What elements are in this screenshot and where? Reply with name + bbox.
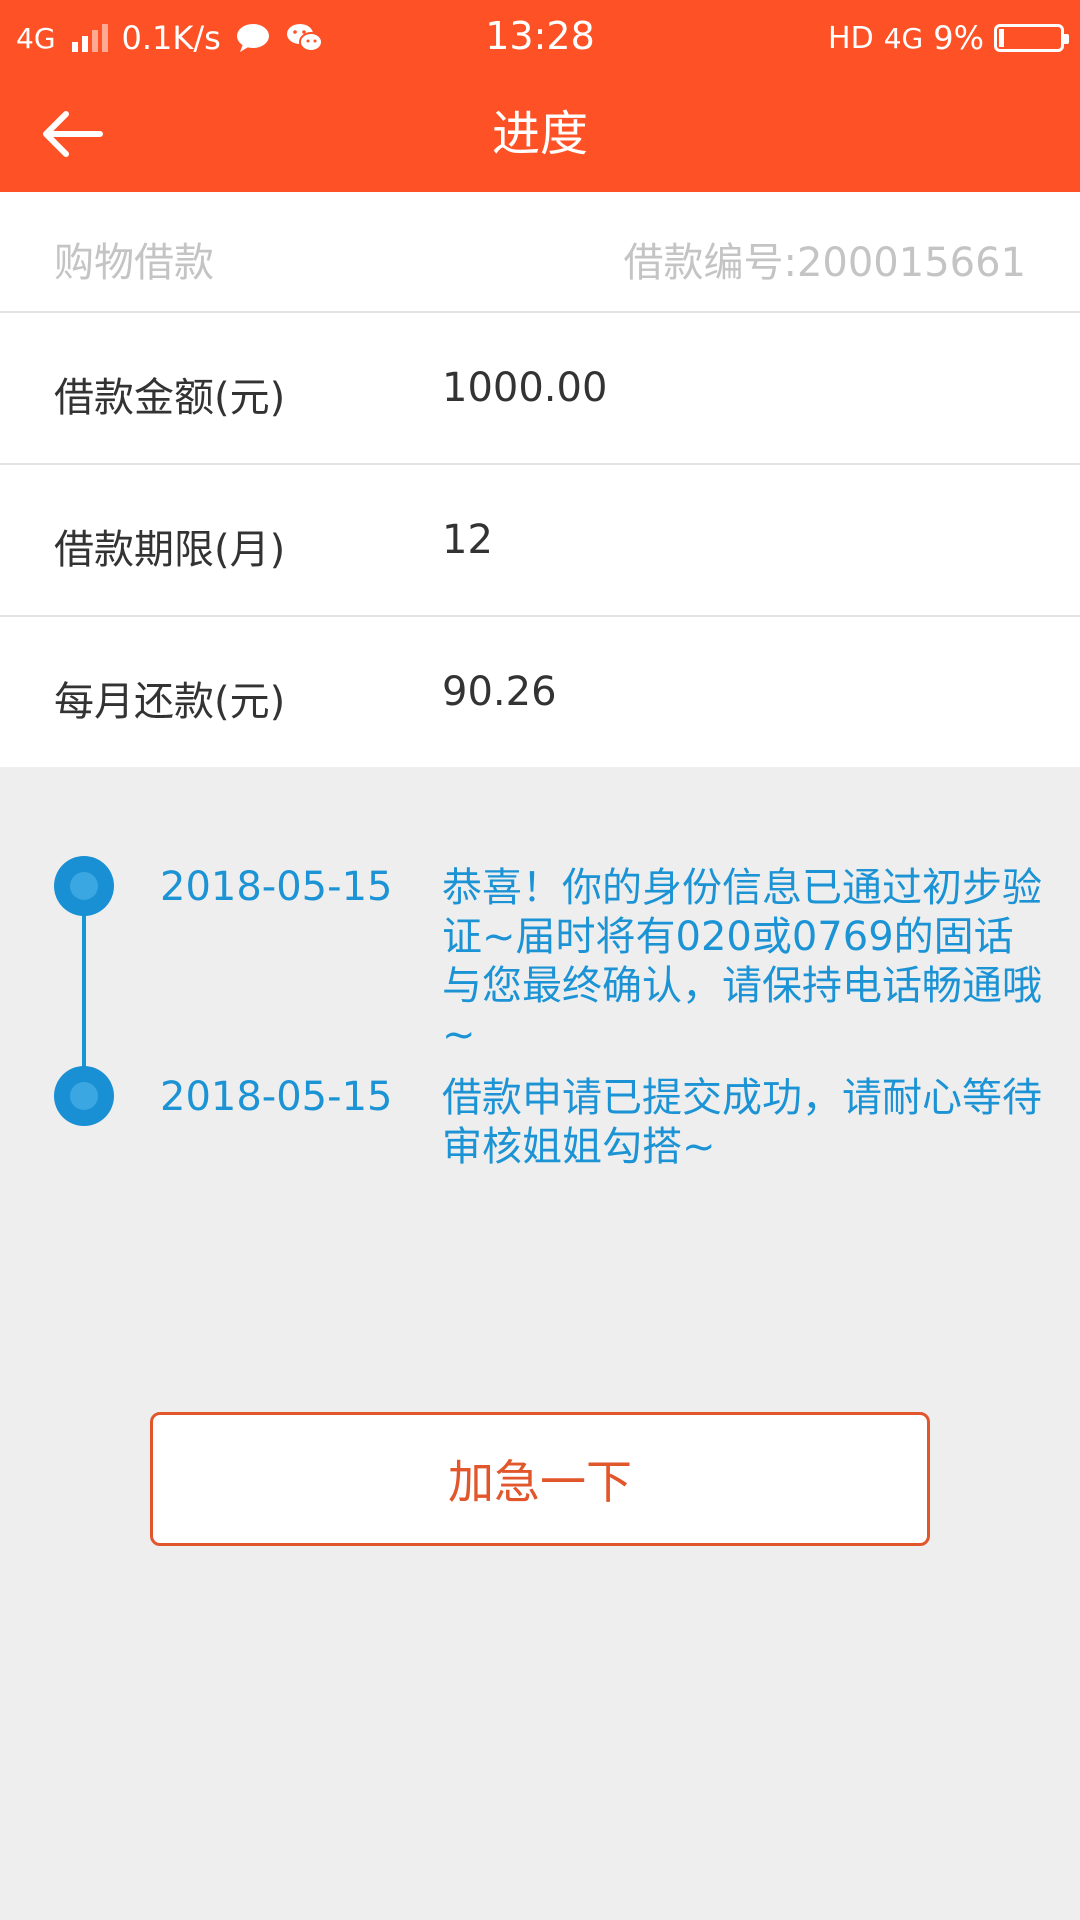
wechat-icon xyxy=(286,24,323,52)
network-type-right: 4G xyxy=(883,21,924,55)
monthly-payment-label: 每月还款(元) xyxy=(54,679,286,725)
chat-bubble-icon xyxy=(236,24,269,52)
loan-term-label: 借款期限(月) xyxy=(54,527,286,573)
timeline-dot-icon xyxy=(54,1066,114,1126)
loan-info: 购物借款 借款编号:200015661 借款金额(元) 1000.00 借款期限… xyxy=(0,192,1080,767)
loan-amount-row: 借款金额(元) 1000.00 xyxy=(0,313,1080,465)
timeline-text: 借款申请已提交成功，请耐心等待审核姐姐勾搭~ xyxy=(442,1075,1042,1170)
loan-amount-value: 1000.00 xyxy=(442,365,608,411)
timeline-connector xyxy=(82,886,86,1096)
loan-term-value: 12 xyxy=(442,517,493,563)
battery-percent: 9% xyxy=(933,19,984,57)
loan-amount-label: 借款金额(元) xyxy=(54,375,286,421)
timeline-text: 恭喜！你的身份信息已通过初步验证~届时将有020或0769的固话与您最终确认，请… xyxy=(442,865,1042,1058)
status-right: HD 4G 9% xyxy=(828,16,1069,60)
battery-level xyxy=(999,29,1005,47)
header: 4G 0.1K/s 13:28 HD 4G 9% 进度 xyxy=(0,0,1080,192)
monthly-payment-value: 90.26 xyxy=(442,669,557,715)
signal-icon xyxy=(71,24,108,52)
timeline-dot-icon xyxy=(54,856,114,916)
back-arrow-icon xyxy=(43,111,103,157)
page-title: 进度 xyxy=(491,106,588,162)
timeline-date: 2018-05-15 xyxy=(160,864,393,910)
monthly-payment-row: 每月还款(元) 90.26 xyxy=(0,617,1080,767)
network-type: 4G xyxy=(16,21,56,55)
loan-term-row: 借款期限(月) 12 xyxy=(0,465,1080,617)
loan-number: 借款编号:200015661 xyxy=(623,240,1026,286)
timeline-date: 2018-05-15 xyxy=(160,1074,393,1120)
status-left: 4G 0.1K/s xyxy=(16,16,325,60)
nav-bar: 进度 xyxy=(0,76,1080,192)
status-bar: 4G 0.1K/s 13:28 HD 4G 9% xyxy=(0,0,1080,76)
urge-button[interactable]: 加急一下 xyxy=(150,1412,930,1546)
back-button[interactable] xyxy=(36,98,108,170)
network-speed: 0.1K/s xyxy=(121,19,221,57)
loan-type: 购物借款 xyxy=(54,240,214,286)
battery-icon xyxy=(994,24,1069,52)
loan-info-header: 购物借款 借款编号:200015661 xyxy=(0,192,1080,313)
hd-indicator: HD xyxy=(828,20,874,56)
